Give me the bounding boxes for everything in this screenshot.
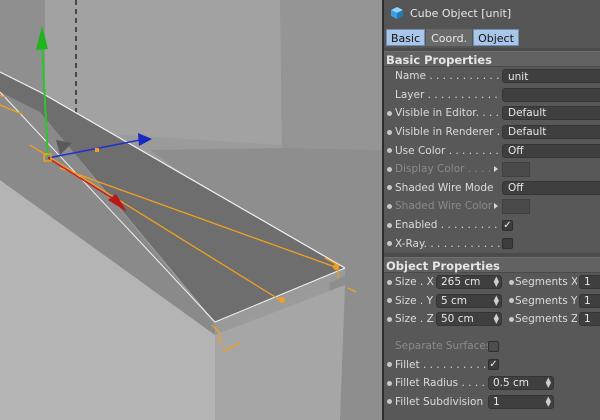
fillet-subdivision-label: Fillet Subdivision (395, 395, 484, 408)
shaded-wire-mode-select[interactable]: Off (502, 180, 600, 195)
segments-x-field[interactable]: 1 (579, 275, 600, 290)
enabled-checkbox[interactable]: ✓ (502, 219, 513, 231)
enabled-label: Enabled . . . . . . . . . . (395, 219, 503, 232)
size-handle[interactable] (279, 297, 285, 303)
name-label: Name . . . . . . . . . . . . (395, 70, 503, 83)
spinner-icon[interactable]: ▲ ▼ (546, 377, 551, 389)
animate-dot-icon[interactable] (387, 185, 392, 191)
size-z-label: Size . Z (395, 313, 434, 326)
display-color-swatch[interactable] (502, 161, 530, 177)
fillet-radius-field[interactable]: 0.5 cm ▲ ▼ (488, 376, 554, 391)
animate-dot-icon[interactable] (387, 316, 392, 322)
animate-dot-icon[interactable] (387, 241, 392, 247)
fillet-row: Fillet . . . . . . . . . . . . ✓ (384, 355, 600, 374)
visible-renderer-label: Visible in Renderer . . (395, 126, 503, 139)
size-z-field[interactable]: 50 cm ▲ ▼ (436, 312, 502, 327)
fillet-radius-label: Fillet Radius . . . . . (395, 377, 487, 390)
right-wall (280, 0, 382, 150)
shaded-wire-mode-label: Shaded Wire Mode (395, 181, 494, 194)
segments-z-field[interactable]: 1 (579, 312, 600, 327)
spinner-icon[interactable]: ▲ ▼ (494, 294, 499, 306)
separate-surfaces-checkbox[interactable] (488, 340, 499, 352)
animate-dot-icon[interactable] (509, 279, 514, 285)
separate-surfaces-label: Separate Surfaces (395, 340, 492, 353)
xray-label: X-Ray. . . . . . . . . . . . (395, 237, 501, 250)
visible-editor-select[interactable]: Default (502, 106, 600, 121)
size-y-field[interactable]: 5 cm ▲ ▼ (436, 293, 502, 308)
animate-dot-icon[interactable] (387, 110, 392, 116)
animate-dot-icon[interactable] (509, 316, 514, 322)
fillet-radius-row: Fillet Radius . . . . . 0.5 cm ▲ ▼ (384, 374, 600, 393)
tab-object[interactable]: Object (473, 28, 519, 46)
display-color-row: Display Color . . . . (384, 160, 600, 179)
layer-label: Layer . . . . . . . . . . . (395, 88, 498, 101)
expand-triangle-icon[interactable] (494, 203, 498, 210)
animate-dot-icon[interactable] (387, 222, 392, 228)
spinner-icon[interactable]: ▲ ▼ (494, 276, 499, 288)
size-y-row: Size . Y 5 cm ▲ ▼ Segments Y 1 (384, 292, 600, 311)
name-field[interactable]: unit (502, 69, 600, 84)
tab-coord[interactable]: Coord. (426, 28, 473, 46)
am-header: Cube Object [unit] (384, 0, 600, 26)
object-properties-header: Object Properties (384, 256, 600, 273)
fillet-subdivision-field[interactable]: 1 ▲ ▼ (488, 394, 554, 409)
shaded-wire-color-row: Shaded Wire Color (384, 197, 600, 216)
attribute-manager: Cube Object [unit] Basic Coord. Object B… (384, 0, 600, 420)
size-y-label: Size . Y (395, 294, 433, 307)
animate-dot-icon[interactable] (509, 298, 514, 304)
viewport-3d[interactable] (0, 0, 382, 420)
size-z-row: Size . Z 50 cm ▲ ▼ Segments Z 1 (384, 310, 600, 329)
shaded-wire-color-swatch[interactable] (502, 198, 530, 214)
fillet-label: Fillet . . . . . . . . . . . . (395, 358, 487, 371)
shaded-wire-mode-row: Shaded Wire Mode Off (384, 179, 600, 198)
use-color-select[interactable]: Off (502, 143, 600, 158)
gizmo-point (95, 148, 99, 152)
animate-dot-icon[interactable] (387, 148, 392, 154)
visible-renderer-row: Visible in Renderer . . Default (384, 123, 600, 142)
cube-icon (391, 7, 403, 19)
layer-row: Layer . . . . . . . . . . . (384, 86, 600, 105)
spinner-icon[interactable]: ▲ ▼ (494, 313, 499, 325)
segments-y-label: Segments Y (515, 294, 577, 307)
separate-surfaces-row: Separate Surfaces (384, 337, 600, 356)
tab-bar: Basic Coord. Object (384, 26, 600, 48)
layer-field[interactable] (502, 87, 600, 102)
fillet-subdivision-row: Fillet Subdivision 1 ▲ ▼ (384, 393, 600, 412)
animate-dot-icon[interactable] (387, 203, 392, 209)
animate-dot-icon[interactable] (387, 399, 392, 405)
use-color-label: Use Color . . . . . . . . . (395, 144, 503, 157)
segments-y-field[interactable]: 1 (579, 293, 600, 308)
segments-z-label: Segments Z (515, 313, 577, 326)
size-x-field[interactable]: 265 cm ▲ ▼ (436, 275, 502, 290)
visible-editor-row: Visible in Editor. . . . . Default (384, 104, 600, 123)
size-x-label: Size . X (395, 276, 434, 289)
fillet-handle[interactable] (333, 264, 339, 270)
animate-dot-icon[interactable] (387, 166, 392, 172)
visible-editor-label: Visible in Editor. . . . . (395, 107, 503, 120)
animate-dot-icon[interactable] (387, 279, 392, 285)
xray-row: X-Ray. . . . . . . . . . . . (384, 234, 600, 253)
animate-dot-icon[interactable] (387, 298, 392, 304)
display-color-label: Display Color . . . . (395, 163, 492, 176)
object-title: Cube Object [unit] (410, 6, 512, 20)
animate-dot-icon[interactable] (387, 129, 392, 135)
basic-properties-header: Basic Properties (384, 51, 600, 67)
visible-renderer-select[interactable]: Default (502, 125, 600, 140)
viewport-scene[interactable] (0, 0, 382, 420)
segments-x-label: Segments X (515, 276, 577, 289)
name-row: Name . . . . . . . . . . . . unit (384, 67, 600, 86)
size-x-row: Size . X 265 cm ▲ ▼ Segments X 1 (384, 273, 600, 292)
enabled-row: Enabled . . . . . . . . . . ✓ (384, 216, 600, 235)
use-color-row: Use Color . . . . . . . . . Off (384, 141, 600, 160)
fillet-checkbox[interactable]: ✓ (488, 359, 499, 371)
animate-dot-icon[interactable] (387, 362, 392, 368)
xray-checkbox[interactable] (502, 238, 513, 250)
expand-triangle-icon[interactable] (494, 166, 498, 173)
animate-dot-icon[interactable] (387, 380, 392, 386)
tab-basic[interactable]: Basic (386, 28, 426, 46)
spinner-icon[interactable]: ▲ ▼ (546, 395, 551, 407)
shaded-wire-color-label: Shaded Wire Color (395, 200, 493, 213)
